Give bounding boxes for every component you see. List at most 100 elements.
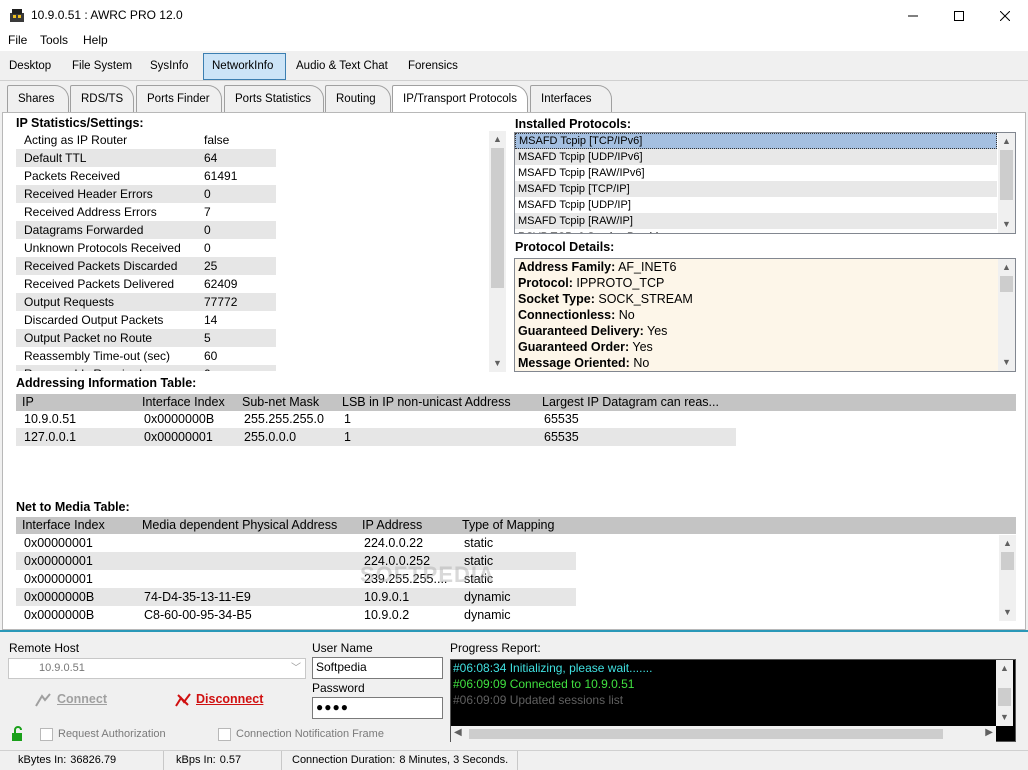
column-header[interactable]: IP Address: [362, 517, 422, 534]
tab-file-system[interactable]: File System: [64, 53, 140, 80]
column-header[interactable]: Sub-net Mask: [242, 394, 319, 411]
details-scrollbar[interactable]: ▲ ▼: [998, 259, 1015, 371]
cell-subnet-mask: 255.0.0.0: [244, 430, 297, 444]
subtab-routing[interactable]: Routing: [325, 85, 391, 113]
table-row[interactable]: 0x0000000B C8-60-00-95-34-B5 10.9.0.2 dynam…: [16, 606, 576, 624]
installed-protocols-list[interactable]: MSAFD Tcpip [TCP/IPv6] MSAFD Tcpip [UDP/I…: [514, 132, 1016, 234]
tab-desktop[interactable]: Desktop: [1, 53, 59, 80]
scroll-thumb[interactable]: [1000, 276, 1013, 292]
protocols-scrollbar[interactable]: ▲ ▼: [998, 133, 1015, 233]
scroll-right-icon[interactable]: ▶: [985, 727, 993, 738]
protocol-list-item[interactable]: MSAFD Tcpip [UDP/IP]: [515, 197, 997, 213]
subtab-ports-statistics[interactable]: Ports Statistics: [224, 85, 324, 113]
table-row[interactable]: 0x00000001 224.0.0.22 static: [16, 534, 576, 552]
sub-tab-bar: Shares RDS/TS Ports Finder Ports Statist…: [0, 81, 1028, 114]
stat-name: Received Header Errors: [24, 187, 153, 201]
remote-host-select[interactable]: 10.9.0.51 ﹀: [8, 658, 306, 679]
protocol-list-item[interactable]: MSAFD Tcpip [RAW/IPv6]: [515, 165, 997, 181]
scroll-up-icon[interactable]: ▲: [999, 535, 1016, 552]
scroll-thumb[interactable]: [491, 148, 504, 288]
cell-ip-address: 224.0.0.22: [364, 536, 424, 550]
minimize-button[interactable]: [890, 0, 936, 31]
subtab-ports-finder[interactable]: Ports Finder: [136, 85, 222, 113]
subtab-interfaces[interactable]: Interfaces: [530, 85, 612, 113]
column-header[interactable]: Interface Index: [142, 394, 225, 411]
scroll-up-icon[interactable]: ▲: [998, 133, 1015, 150]
scroll-thumb[interactable]: [998, 688, 1011, 706]
tab-forensics[interactable]: Forensics: [400, 53, 466, 80]
scroll-down-icon[interactable]: ▼: [996, 709, 1013, 726]
disconnect-button[interactable]: Disconnect: [196, 692, 263, 706]
subtab-rds-ts[interactable]: RDS/TS: [70, 85, 134, 113]
menu-file[interactable]: File: [8, 33, 27, 47]
scroll-down-icon[interactable]: ▼: [998, 354, 1015, 371]
table-row[interactable]: 127.0.0.1 0x00000001 255.0.0.0 1 65535: [16, 428, 736, 446]
menu-help[interactable]: Help: [83, 33, 108, 47]
progress-hscrollbar[interactable]: ◀ ▶: [451, 726, 996, 742]
stat-row: Output Requests 77772: [16, 293, 276, 311]
stat-row: Received Header Errors 0: [16, 185, 276, 203]
username-label: User Name: [312, 641, 373, 655]
table-row[interactable]: 0x0000000B 74-D4-35-13-11-E9 10.9.0.1 dynam…: [16, 588, 576, 606]
tab-audio-text-chat[interactable]: Audio & Text Chat: [288, 53, 396, 80]
column-header[interactable]: Type of Mapping: [462, 517, 554, 534]
subtab-shares[interactable]: Shares: [7, 85, 69, 113]
maximize-button[interactable]: [936, 0, 982, 31]
scroll-thumb[interactable]: [1001, 552, 1014, 570]
cell-interface-index: 0x00000001: [144, 430, 213, 444]
close-button[interactable]: [982, 0, 1028, 31]
protocol-detail-line: Guaranteed Order: Yes: [515, 339, 1015, 355]
scroll-down-icon[interactable]: ▼: [489, 355, 506, 372]
stat-row: Output Packet no Route 5: [16, 329, 276, 347]
ip-stats-title: IP Statistics/Settings:: [16, 116, 144, 130]
stat-name: Output Requests: [24, 295, 115, 309]
subtab-ip-transport-protocols[interactable]: IP/Transport Protocols: [392, 85, 528, 114]
tab-sysinfo[interactable]: SysInfo: [142, 53, 196, 80]
username-field[interactable]: Softpedia: [312, 657, 443, 679]
cell-lsb: 1: [344, 412, 351, 426]
scroll-thumb[interactable]: [1000, 150, 1013, 200]
app-icon: [10, 9, 24, 22]
request-authorization-checkbox[interactable]: [40, 728, 53, 741]
connection-notification-checkbox[interactable]: [218, 728, 231, 741]
protocol-detail-line: Address Family: AF_INET6: [515, 259, 1015, 275]
addressing-table-header: IP Interface Index Sub-net Mask LSB in I…: [16, 394, 1016, 411]
ip-stats-scrollbar[interactable]: ▲ ▼: [489, 131, 506, 372]
protocol-list-item[interactable]: RSVP TCPv6 Service Provider: [515, 229, 997, 233]
scroll-down-icon[interactable]: ▼: [999, 604, 1016, 621]
net-media-scrollbar[interactable]: ▲ ▼: [999, 535, 1016, 621]
menu-tools[interactable]: Tools: [40, 33, 68, 47]
unlock-icon[interactable]: [10, 726, 26, 742]
tab-networkinfo[interactable]: NetworkInfo: [203, 53, 286, 80]
stat-value: 77772: [204, 295, 238, 309]
connect-button[interactable]: Connect: [57, 692, 107, 706]
cell-physical-address: 74-D4-35-13-11-E9: [144, 590, 251, 604]
detail-key: Address Family:: [518, 260, 616, 274]
scroll-up-icon[interactable]: ▲: [489, 131, 506, 148]
scroll-thumb[interactable]: [469, 729, 943, 739]
protocol-details-box: Address Family: AF_INET6 Protocol: IPPROT…: [514, 258, 1016, 372]
stat-row: Unknown Protocols Received 0: [16, 239, 276, 257]
protocol-list-item[interactable]: MSAFD Tcpip [TCP/IPv6]: [515, 133, 997, 149]
column-header[interactable]: Interface Index: [22, 517, 105, 534]
close-icon: [1000, 10, 1010, 21]
column-header[interactable]: Media dependent Physical Address: [142, 517, 337, 534]
password-field[interactable]: ●●●●: [312, 697, 443, 719]
stat-value: 0: [196, 365, 276, 371]
scroll-up-icon[interactable]: ▲: [998, 259, 1015, 276]
column-header[interactable]: LSB in IP non-unicast Address: [342, 394, 511, 411]
scroll-up-icon[interactable]: ▲: [996, 660, 1013, 677]
progress-report-label: Progress Report:: [450, 641, 541, 655]
protocol-list-item[interactable]: MSAFD Tcpip [TCP/IP]: [515, 181, 997, 197]
scroll-left-icon[interactable]: ◀: [454, 727, 462, 738]
protocol-detail-line: Socket Type: SOCK_STREAM: [515, 291, 1015, 307]
table-row[interactable]: 10.9.0.51 0x0000000B 255.255.255.0 1 655…: [16, 410, 736, 428]
protocol-list-item[interactable]: MSAFD Tcpip [RAW/IP]: [515, 213, 997, 229]
cell-largest-datagram: 65535: [544, 412, 579, 426]
protocol-list-item[interactable]: MSAFD Tcpip [UDP/IPv6]: [515, 149, 997, 165]
scroll-down-icon[interactable]: ▼: [998, 216, 1015, 233]
column-header[interactable]: IP: [22, 394, 34, 411]
progress-vscrollbar[interactable]: ▲ ▼: [996, 660, 1013, 726]
column-header[interactable]: Largest IP Datagram can reas...: [542, 394, 719, 411]
stat-name: Unknown Protocols Received: [24, 241, 181, 255]
